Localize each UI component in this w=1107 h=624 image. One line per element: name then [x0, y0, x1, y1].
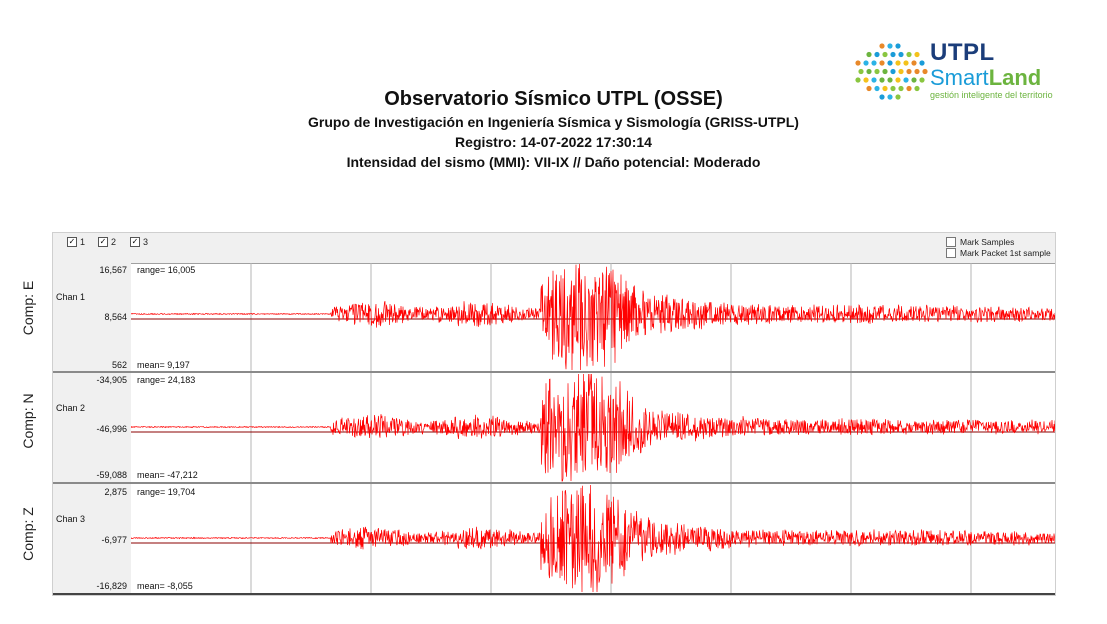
logo-dot — [903, 60, 909, 66]
logo-dot — [879, 60, 885, 66]
y-mid-label: -6,977 — [101, 535, 127, 545]
mean-stat: mean= -8,055 — [137, 581, 193, 591]
logo-dot — [871, 77, 877, 83]
logo-dot — [919, 77, 925, 83]
logo-dot — [866, 85, 872, 92]
dots-logo-icon — [855, 43, 928, 100]
logo-dot — [879, 94, 885, 100]
mean-stat: mean= 9,197 — [137, 360, 190, 370]
trace-z-line — [131, 484, 1055, 593]
logo-smartland-text: SmartLand — [930, 65, 1042, 90]
component-e-label: Comp: E — [20, 280, 36, 336]
logo-dot — [903, 77, 909, 83]
trace-e — [131, 263, 1055, 371]
logo-dot — [855, 60, 861, 66]
y-mid-label: 8,564 — [104, 312, 127, 322]
logo-dot — [879, 43, 885, 49]
mark-samples-checkbox[interactable]: Mark Samples — [946, 237, 1014, 247]
logo-dot — [898, 51, 904, 58]
logo-dot — [895, 94, 901, 100]
range-stat: range= 24,183 — [137, 375, 196, 385]
logo-dot — [866, 68, 872, 75]
component-n-label: Comp: N — [20, 393, 36, 449]
y-max-label: 2,875 — [104, 487, 127, 497]
logo-dot — [890, 85, 896, 92]
logo-dot — [887, 43, 893, 49]
y-mid-label: -46,996 — [96, 424, 127, 434]
y-max-label: 16,567 — [99, 265, 127, 275]
y-max-label: -34,905 — [96, 375, 127, 385]
channel-name: Chan 1 — [56, 292, 86, 302]
logo-dot — [906, 51, 912, 58]
mean-stat: mean= -47,212 — [137, 470, 198, 480]
channel-name: Chan 3 — [56, 514, 86, 524]
logo-dot — [882, 68, 888, 75]
trace-e-line — [131, 263, 1055, 371]
trace-z — [131, 484, 1055, 593]
logo-dot — [890, 68, 896, 75]
logo-dot — [890, 51, 896, 58]
range-stat: range= 16,005 — [137, 265, 196, 275]
y-min-label: -16,829 — [96, 581, 127, 591]
channel-3-checkbox[interactable]: ✓ 3 — [130, 237, 148, 247]
channel-2-checkbox[interactable]: ✓ 2 — [98, 237, 116, 247]
logo-dot — [871, 60, 877, 66]
logo-tagline: gestión inteligente del territorio — [930, 90, 1053, 100]
logo-dot — [895, 43, 901, 49]
seismogram-panel: ✓ 1 ✓ 2 ✓ 3 Mark Samples Mark Packet 1st sa… — [52, 232, 1056, 596]
logo-dot — [914, 68, 920, 75]
mark-packet-checkbox[interactable]: Mark Packet 1st sample — [946, 248, 1051, 258]
logo-dot — [895, 60, 901, 66]
logo-dot — [911, 77, 917, 83]
checkbox-icon: ✓ — [67, 237, 77, 247]
logo-dot — [874, 51, 880, 58]
research-group: Grupo de Investigación en Ingeniería Sís… — [308, 114, 799, 130]
logo-dot — [914, 51, 920, 58]
logo-dot — [882, 85, 888, 92]
logo-dot — [914, 85, 920, 92]
logo-dot — [887, 94, 893, 100]
trace-n — [131, 373, 1055, 482]
logo-dot — [858, 68, 864, 75]
channel-1-checkbox[interactable]: ✓ 1 — [67, 237, 85, 247]
logo-dot — [922, 68, 928, 75]
checkbox-icon: ✓ — [98, 237, 108, 247]
logo-dot — [919, 60, 925, 66]
logo-dot — [906, 85, 912, 92]
utpl-smartland-logo: UTPL SmartLand gestión inteligente del t… — [852, 40, 1067, 108]
checkbox-icon: ✓ — [130, 237, 140, 247]
logo-dot — [895, 77, 901, 83]
channel-name: Chan 2 — [56, 403, 86, 413]
logo-dot — [866, 51, 872, 58]
logo-dot — [911, 60, 917, 66]
channel-2-plot: Chan 2 -34,905 -46,996 -59,088 range= 24… — [53, 373, 1055, 484]
record-timestamp: Registro: 14-07-2022 17:30:14 — [455, 134, 652, 150]
channel-toolbar: ✓ 1 ✓ 2 ✓ 3 Mark Samples Mark Packet 1st sa… — [53, 233, 1055, 264]
y-min-label: 562 — [111, 360, 127, 370]
y-min-label: -59,088 — [96, 470, 127, 480]
logo-dot — [898, 68, 904, 75]
component-z-label: Comp: Z — [20, 507, 36, 561]
logo-dot — [879, 77, 885, 83]
channel-3-plot: Chan 3 2,875 -6,977 -16,829 range= 19,70… — [53, 484, 1055, 595]
logo-dot — [863, 77, 869, 83]
logo-utpl-text: UTPL — [930, 39, 995, 66]
logo-dot — [898, 85, 904, 92]
channel-1-plot: Chan 1 16,567 8,564 562 range= 16,005 me… — [53, 263, 1055, 373]
logo-dot — [882, 51, 888, 58]
logo-dot — [874, 85, 880, 92]
logo-dot — [855, 77, 861, 83]
logo-dot — [906, 68, 912, 75]
range-stat: range= 19,704 — [137, 487, 196, 497]
trace-n-line — [131, 373, 1055, 482]
logo-dot — [874, 68, 880, 75]
logo-dot — [887, 60, 893, 66]
logo-dot — [887, 77, 893, 83]
logo-dot — [863, 60, 869, 66]
intensity-info: Intensidad del sismo (MMI): VII-IX // Da… — [346, 154, 761, 170]
